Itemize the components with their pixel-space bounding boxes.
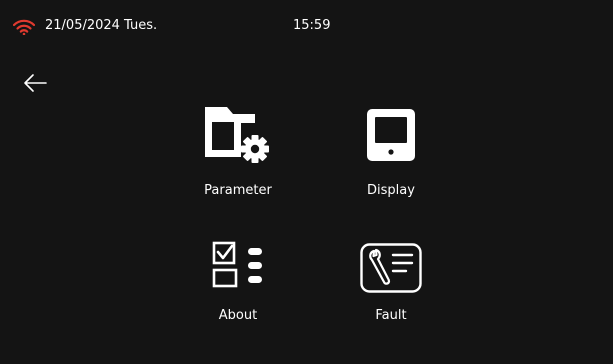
wrench-panel-icon xyxy=(360,243,422,293)
checklist-icon xyxy=(212,241,262,288)
wifi-icon xyxy=(13,19,35,35)
fault-button[interactable]: Fault xyxy=(341,232,441,332)
display-label: Display xyxy=(367,183,415,198)
status-time: 15:59 xyxy=(293,18,331,33)
status-bar: 21/05/2024 Tues. 15:59 xyxy=(0,0,613,36)
display-icon xyxy=(367,109,415,161)
status-date: 21/05/2024 Tues. xyxy=(45,18,158,33)
back-arrow-icon[interactable] xyxy=(22,72,48,94)
folder-gear-icon xyxy=(205,107,269,163)
about-button[interactable]: About xyxy=(188,232,288,332)
parameter-label: Parameter xyxy=(204,183,272,198)
fault-label: Fault xyxy=(375,308,407,323)
display-button[interactable]: Display xyxy=(341,102,441,202)
about-label: About xyxy=(218,308,258,323)
settings-screen: 21/05/2024 Tues. 15:59 Parameter Display… xyxy=(0,0,613,364)
parameter-button[interactable]: Parameter xyxy=(188,102,288,202)
